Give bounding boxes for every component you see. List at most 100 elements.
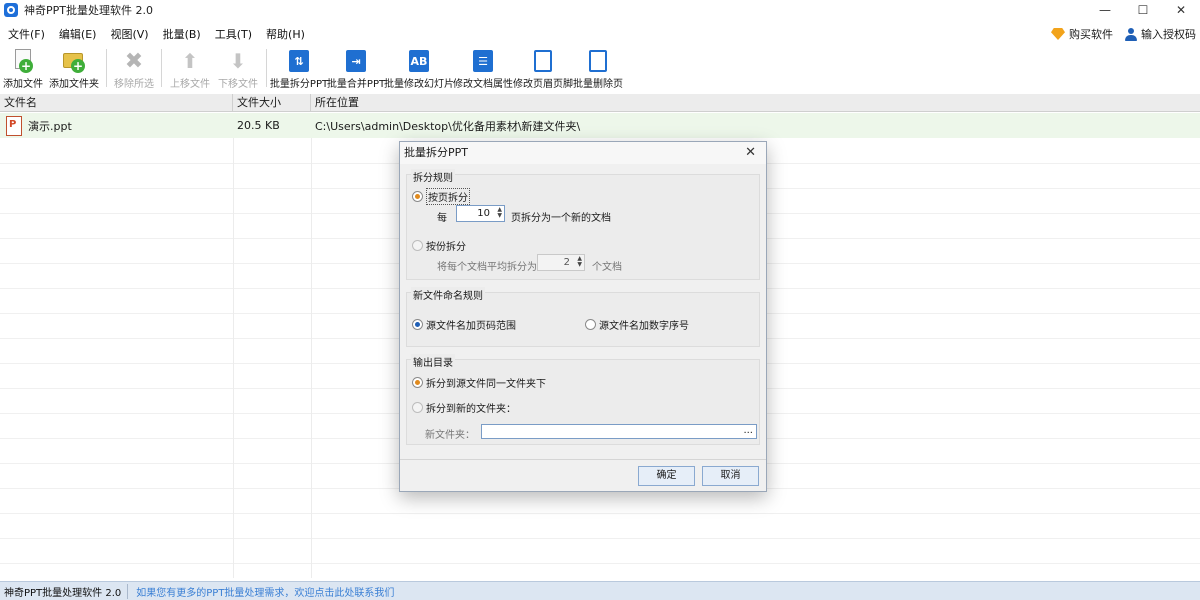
add-folder-icon: + xyxy=(63,49,85,73)
modify-slides-button[interactable]: AB 批量修改幻灯片 xyxy=(384,47,454,90)
split-ppt-dialog: 批量拆分PPT ✕ 拆分规则 按页拆分 每 10 ▲ ▼ 页拆分为一个新的文档 按… xyxy=(399,141,767,492)
output-same-folder-label: 拆分到源文件同一文件夹下 xyxy=(426,379,546,390)
status-bar: 神奇PPT批量处理软件 2.0 如果您有更多的PPT批量处理需求，欢迎点击此处联… xyxy=(0,581,1200,600)
delete-page-icon xyxy=(587,49,609,73)
list-icon: ☰ xyxy=(472,49,494,73)
file-name: 演示.ppt xyxy=(28,119,72,133)
page-icon xyxy=(532,49,554,73)
doc-count-value: 2 xyxy=(563,257,570,268)
name-number-radio[interactable]: 源文件名加数字序号 xyxy=(585,317,689,332)
name-number-label: 源文件名加数字序号 xyxy=(599,321,689,332)
grid-line xyxy=(311,113,312,578)
title-bar: 神奇PPT批量处理软件 2.0 — ☐ ✕ xyxy=(0,0,1200,20)
split-rule-title: 拆分规则 xyxy=(411,169,455,184)
split-by-page-radio[interactable]: 按页拆分 xyxy=(412,188,470,205)
split-by-count-radio[interactable]: 按份拆分 xyxy=(412,238,466,253)
new-folder-input[interactable]: ... xyxy=(481,424,757,439)
add-file-button[interactable]: + 添加文件 xyxy=(0,47,46,90)
split-rule-group: 拆分规则 按页拆分 每 10 ▲ ▼ 页拆分为一个新的文档 按份拆分 将每个文档平… xyxy=(406,169,760,280)
modify-header-footer-button[interactable]: 修改页眉页脚 xyxy=(513,47,573,90)
browse-folder-button[interactable]: ... xyxy=(743,425,753,436)
menu-view[interactable]: 视图(V) xyxy=(103,26,155,42)
count-prefix-label: 将每个文档平均拆分为 xyxy=(437,262,537,273)
output-new-folder-radio[interactable]: 拆分到新的文件夹： xyxy=(412,400,516,415)
merge-ppt-button[interactable]: ⇥ 批量合并PPT xyxy=(327,47,385,90)
split-by-count-label: 按份拆分 xyxy=(426,242,466,253)
user-icon xyxy=(1125,27,1137,41)
slide-edit-icon: AB xyxy=(408,49,430,73)
doc-count-stepper[interactable]: 2 ▲ ▼ xyxy=(537,254,585,271)
modify-slides-label: 批量修改幻灯片 xyxy=(384,79,454,90)
file-size: 20.5 KB xyxy=(237,119,280,132)
cell-name: 演示.ppt xyxy=(0,113,233,138)
buy-software-button[interactable]: 购买软件 xyxy=(1051,26,1113,42)
toolbar-separator xyxy=(161,49,162,87)
radio-unselected-icon xyxy=(585,319,596,330)
ppt-file-icon xyxy=(6,115,22,136)
status-app-name: 神奇PPT批量处理软件 2.0 xyxy=(0,583,129,599)
add-file-label: 添加文件 xyxy=(3,79,43,90)
maximize-button[interactable]: ☐ xyxy=(1124,0,1162,20)
radio-selected-icon xyxy=(412,191,423,202)
column-header-size[interactable]: 文件大小 xyxy=(233,94,311,112)
delete-pages-button[interactable]: 批量删除页 xyxy=(573,47,623,90)
split-icon: ⇅ xyxy=(288,49,310,73)
merge-ppt-label: 批量合并PPT xyxy=(326,79,386,90)
column-header-location[interactable]: 所在位置 xyxy=(311,94,1200,112)
naming-rule-title: 新文件命名规则 xyxy=(411,287,485,302)
close-window-button[interactable]: ✕ xyxy=(1162,0,1200,20)
menu-edit[interactable]: 编辑(E) xyxy=(52,26,104,42)
dialog-close-icon[interactable]: ✕ xyxy=(745,142,756,164)
grid-line xyxy=(233,113,234,578)
every-label: 每 xyxy=(437,213,447,224)
name-page-range-label: 源文件名加页码范围 xyxy=(426,321,516,332)
remove-selected-button[interactable]: ✖ 移除所选 xyxy=(111,47,157,91)
modify-header-footer-label: 修改页眉页脚 xyxy=(513,79,573,90)
table-row[interactable]: 演示.ppt 20.5 KB C:\Users\admin\Desktop\优化… xyxy=(0,113,1200,138)
name-page-range-radio[interactable]: 源文件名加页码范围 xyxy=(412,317,516,332)
delete-pages-label: 批量删除页 xyxy=(573,79,623,90)
app-logo-icon xyxy=(4,3,18,17)
diamond-icon xyxy=(1051,28,1065,40)
menu-tools[interactable]: 工具(T) xyxy=(208,26,259,42)
merge-icon: ⇥ xyxy=(345,49,367,73)
menu-file[interactable]: 文件(F) xyxy=(0,26,52,42)
menu-batch[interactable]: 批量(B) xyxy=(156,26,208,42)
radio-selected-icon xyxy=(412,377,423,388)
remove-icon: ✖ xyxy=(124,48,144,74)
add-folder-button[interactable]: + 添加文件夹 xyxy=(46,47,102,90)
arrow-up-icon: ⬆ xyxy=(181,49,199,73)
pages-per-doc-stepper[interactable]: 10 ▲ ▼ xyxy=(456,205,505,222)
contact-us-link[interactable]: 如果您有更多的PPT批量处理需求，欢迎点击此处联系我们 xyxy=(128,584,394,599)
window-title: 神奇PPT批量处理软件 2.0 xyxy=(24,4,153,17)
file-location: C:\Users\admin\Desktop\优化备用素材\新建文件夹\ xyxy=(315,119,581,133)
move-down-label: 下移文件 xyxy=(218,79,258,90)
remove-selected-label: 移除所选 xyxy=(114,79,154,90)
enter-license-button[interactable]: 输入授权码 xyxy=(1125,26,1196,42)
radio-selected-icon xyxy=(412,319,423,330)
buy-software-label: 购买软件 xyxy=(1069,28,1113,41)
grid-line xyxy=(0,513,1200,514)
split-by-page-label: 按页拆分 xyxy=(426,188,470,205)
move-up-label: 上移文件 xyxy=(170,79,210,90)
grid-line xyxy=(0,563,1200,564)
stepper-arrows-icon[interactable]: ▲ ▼ xyxy=(577,256,582,268)
menu-help[interactable]: 帮助(H) xyxy=(259,26,312,42)
output-same-folder-radio[interactable]: 拆分到源文件同一文件夹下 xyxy=(412,375,546,390)
add-folder-label: 添加文件夹 xyxy=(49,79,99,90)
pages-per-doc-value: 10 xyxy=(477,208,490,219)
new-folder-label: 新文件夹： xyxy=(425,430,475,441)
output-dir-title: 输出目录 xyxy=(411,354,455,369)
move-up-button[interactable]: ⬆ 上移文件 xyxy=(166,47,214,90)
output-new-folder-label: 拆分到新的文件夹： xyxy=(426,404,516,415)
split-ppt-button[interactable]: ⇅ 批量拆分PPT xyxy=(270,47,328,90)
dialog-title: 批量拆分PPT xyxy=(404,146,468,159)
minimize-button[interactable]: — xyxy=(1086,0,1124,20)
toolbar-separator xyxy=(266,49,267,87)
ok-button[interactable]: 确定 xyxy=(638,466,695,486)
cancel-button[interactable]: 取消 xyxy=(702,466,759,486)
modify-props-button[interactable]: ☰ 修改文档属性 xyxy=(453,47,513,90)
stepper-arrows-icon[interactable]: ▲ ▼ xyxy=(497,207,502,219)
column-header-name[interactable]: 文件名 xyxy=(0,94,233,112)
move-down-button[interactable]: ⬇ 下移文件 xyxy=(214,47,262,90)
